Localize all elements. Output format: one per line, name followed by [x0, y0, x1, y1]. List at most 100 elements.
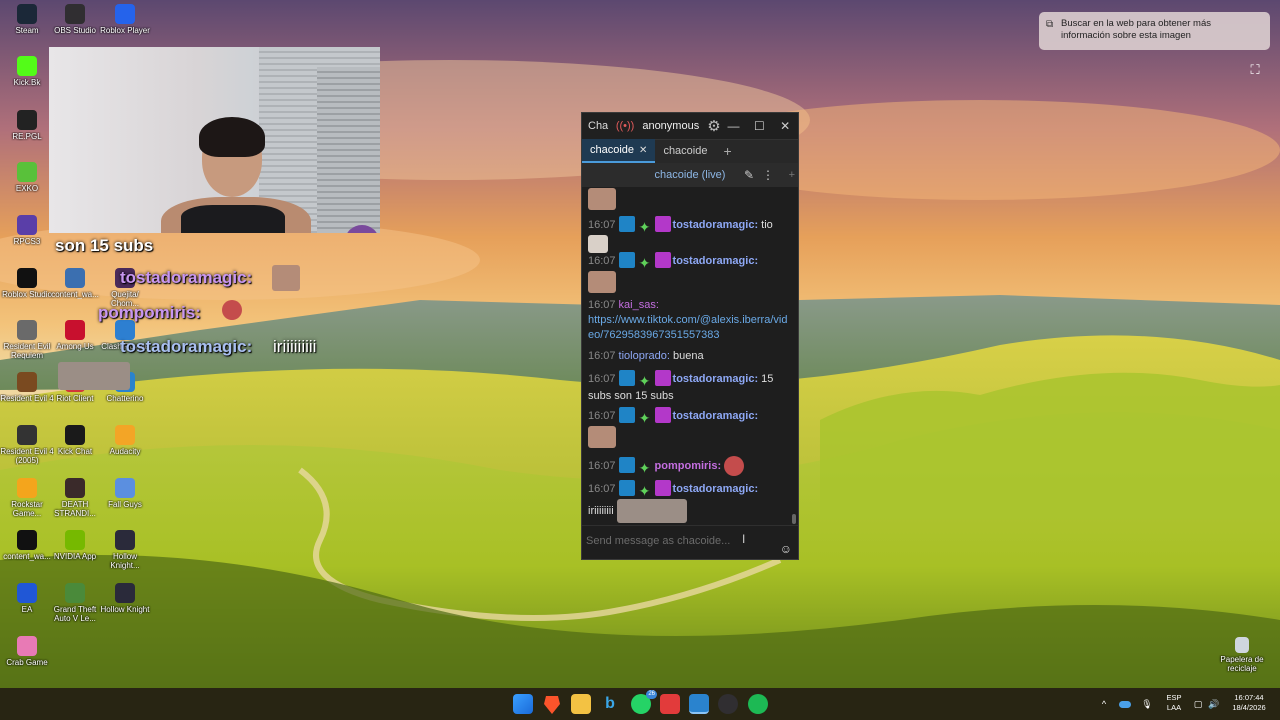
desktop-icon-label: Resident Evil Requiem	[3, 342, 51, 360]
language-indicator[interactable]: ESP LAA	[1164, 693, 1184, 713]
brave-browser-icon[interactable]	[544, 696, 560, 714]
message-username[interactable]: tostadoramagic:	[673, 483, 759, 495]
microphone-icon[interactable]: 🎙	[1141, 688, 1152, 720]
window-titlebar[interactable]: Cha ((•)) anonymous ⚙ — ☐ ✕	[582, 113, 798, 139]
desktop-icon[interactable]: NVIDIA App	[48, 530, 102, 561]
moderation-pen-icon[interactable]: ✎	[744, 168, 754, 182]
desktop-icon[interactable]: Audacity	[98, 425, 152, 456]
scrollbar-thumb[interactable]	[792, 514, 796, 524]
desktop-icon[interactable]: Resident Evil Requiem	[0, 320, 54, 360]
desktop-icon[interactable]: EA	[0, 583, 54, 614]
vip-badge-icon: ✦	[638, 459, 651, 476]
message-username[interactable]: tioloprado:	[619, 350, 670, 362]
news-app-icon[interactable]	[660, 694, 680, 714]
chatterino-taskbar-icon[interactable]	[689, 694, 709, 714]
chat-emote-only	[588, 188, 788, 210]
desktop-icon[interactable]: Roblox Player	[98, 4, 152, 35]
desktop-icon[interactable]: Kick.Bk	[0, 56, 54, 87]
app-icon	[65, 478, 85, 498]
emoji-picker-icon[interactable]: ☺	[780, 542, 792, 556]
lens-scan-icon[interactable]: ⛶	[1244, 62, 1266, 82]
desktop-icon[interactable]: Fall Guys	[98, 478, 152, 509]
recycle-bin-label: Papelera de reciclaje	[1220, 655, 1264, 673]
maximize-button[interactable]: ☐	[746, 119, 772, 133]
message-username[interactable]: tostadoramagic:	[673, 373, 759, 385]
desktop-icon[interactable]: RE.PGL	[0, 110, 54, 141]
message-username[interactable]: kai_sas:	[619, 299, 659, 311]
message-username[interactable]: tostadoramagic:	[673, 255, 759, 267]
whatsapp-icon[interactable]: 26	[631, 690, 657, 714]
message-username[interactable]: tostadoramagic:	[673, 219, 759, 231]
windows-start-icon[interactable]	[513, 694, 533, 714]
desktop-icon[interactable]: Resident Evil 4 (2005)	[0, 425, 54, 465]
bing-icon[interactable]: b	[600, 694, 620, 714]
desktop-icon[interactable]: Resident Evil 4	[0, 372, 54, 403]
chat-message-list[interactable]: 16:07 ✦ tostadoramagic: tio 16:07 ✦ tostador…	[582, 188, 794, 524]
onedrive-cloud-icon[interactable]	[1118, 688, 1132, 720]
settings-gear-icon[interactable]: ⚙	[707, 117, 720, 135]
show-hidden-icons-chevron-icon[interactable]: ^	[1098, 688, 1110, 720]
tab-bar: chacoide ✕ chacoide +	[582, 139, 798, 163]
app-icon	[65, 425, 85, 445]
more-options-icon[interactable]: ⋮	[762, 168, 774, 182]
minimize-button[interactable]: —	[721, 119, 747, 133]
obs-studio-icon[interactable]	[718, 694, 738, 714]
desktop-icon[interactable]: Steam	[0, 4, 54, 35]
volume-speaker-icon[interactable]: 🔊	[1208, 688, 1220, 720]
app-icon	[17, 162, 37, 182]
close-button[interactable]: ✕	[772, 119, 798, 133]
recycle-bin[interactable]: Papelera de reciclaje	[1214, 637, 1270, 673]
desktop-icon-label: content_wa...	[3, 552, 51, 561]
subscriber-badge-icon	[654, 216, 671, 232]
message-timestamp: 16:07	[588, 350, 616, 362]
desktop-icon[interactable]: RPCS3	[0, 215, 54, 246]
file-explorer-icon[interactable]	[571, 694, 591, 714]
desktop-icon[interactable]: content_wa...	[48, 268, 102, 299]
desktop-icon[interactable]: OBS Studio	[48, 4, 102, 35]
desktop-icon-label: RPCS3	[13, 237, 41, 246]
desktop-icon-label: Kick Chat	[57, 447, 93, 456]
desktop-icon[interactable]: Kick Chat	[48, 425, 102, 456]
overlay-line-1: son 15 subs	[55, 236, 154, 255]
overlay-emote-wide	[58, 362, 130, 390]
message-timestamp: 16:07	[588, 410, 616, 422]
split-header[interactable]: chacoide (live) ✎ ⋮ +	[582, 163, 798, 187]
desktop-icon[interactable]: DEATH STRANDI...	[48, 478, 102, 518]
chat-scrollbar[interactable]	[792, 188, 796, 524]
account-switcher[interactable]: anonymous	[642, 120, 699, 132]
message-timestamp: 16:07	[588, 483, 616, 495]
app-icon	[65, 268, 85, 288]
add-tab-button[interactable]: +	[715, 139, 739, 163]
desktop-icon[interactable]: Hollow Knight...	[98, 530, 152, 570]
tab-close-icon[interactable]: ✕	[639, 145, 647, 156]
tab-chacoide[interactable]: chacoide	[655, 139, 715, 163]
add-split-icon[interactable]: +	[789, 169, 795, 181]
desktop-icon[interactable]: Grand Theft Auto V Le...	[48, 583, 102, 623]
tab-chacoide-active[interactable]: chacoide ✕	[582, 139, 656, 163]
message-username[interactable]: pompomiris:	[655, 460, 722, 472]
chatterino-window[interactable]: Cha ((•)) anonymous ⚙ — ☐ ✕ chacoide ✕ c…	[581, 112, 799, 560]
desktop-icon[interactable]: Roblox Studio	[0, 268, 54, 299]
visual-search-popup[interactable]: ⧉ Buscar en la web para obtener más info…	[1039, 12, 1270, 50]
spotify-icon[interactable]	[748, 694, 768, 714]
desktop-icon[interactable]: content_wa...	[0, 530, 54, 561]
message-username[interactable]: tostadoramagic:	[673, 410, 759, 422]
app-icon	[115, 583, 135, 603]
emote-image	[724, 456, 745, 476]
desktop-icon-label: OBS Studio	[54, 26, 96, 35]
desktop-icon[interactable]: Rockstar Game...	[0, 478, 54, 518]
chat-message: 16:07 ✦ pompomiris:	[588, 456, 788, 476]
message-input[interactable]	[586, 532, 736, 550]
desktop-icon-label: Hollow Knight	[100, 605, 150, 614]
message-link[interactable]: https://www.tiktok.com/@alexis.iberra/vi…	[588, 314, 787, 341]
clock[interactable]: 16:07:44 18/4/2026	[1226, 693, 1272, 713]
desktop-icon[interactable]: Hollow Knight	[98, 583, 152, 614]
desktop-icon[interactable]: Crab Game	[0, 636, 54, 667]
network-icon[interactable]: ▢	[1192, 688, 1204, 720]
desktop-icon[interactable]: EXKO	[0, 162, 54, 193]
webcam-overlay	[49, 47, 380, 233]
desktop-icon-label: Audacity	[109, 447, 141, 456]
app-icon	[17, 372, 37, 392]
desktop-icon[interactable]: Among Us	[48, 320, 102, 351]
message-timestamp: 16:07	[588, 255, 616, 267]
